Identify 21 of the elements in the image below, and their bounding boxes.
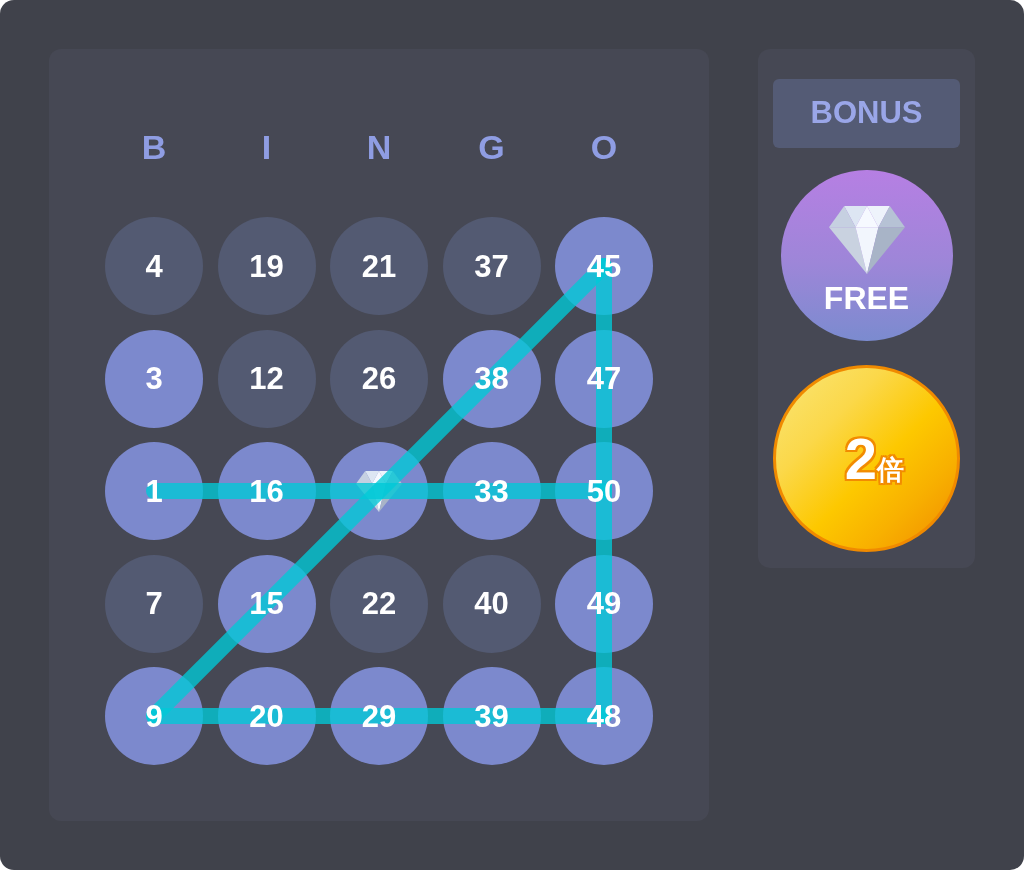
number-ball[interactable]: 1	[105, 442, 203, 540]
number-ball[interactable]: 7	[105, 554, 203, 653]
number-ball[interactable]: 3	[105, 329, 203, 428]
number-ball[interactable]: 4	[105, 217, 203, 315]
number-ball[interactable]: 40	[442, 554, 541, 653]
column-header: B	[141, 127, 167, 167]
column-header: N	[366, 127, 392, 167]
number-ball[interactable]: 21	[330, 217, 428, 315]
column-header: G	[478, 127, 505, 167]
column-header: O	[590, 127, 618, 167]
diamond-icon	[356, 470, 402, 512]
multiplier-label: 2倍	[844, 429, 905, 488]
diamond-icon	[828, 205, 905, 274]
bonus-title: BONUS	[773, 79, 960, 148]
column-header: I	[261, 127, 272, 167]
number-ball[interactable]: 37	[442, 217, 541, 315]
number-ball[interactable]: 22	[330, 554, 428, 653]
number-ball[interactable]: 19	[217, 217, 316, 315]
number-ball[interactable]: 12	[217, 329, 316, 428]
number-ball[interactable]: 26	[330, 329, 428, 428]
free-label: FREE	[823, 281, 910, 314]
